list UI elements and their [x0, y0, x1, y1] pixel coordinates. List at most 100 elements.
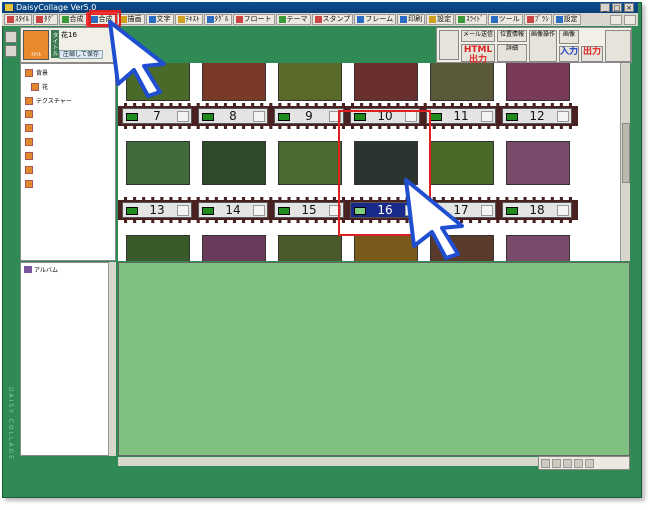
frame-cell[interactable]: 8 [198, 108, 268, 124]
frame-cell[interactable]: 14 [198, 202, 268, 218]
tagl-icon [206, 16, 214, 23]
image-button[interactable]: 画像 [559, 30, 579, 44]
frame-tag-icon [430, 113, 442, 121]
close-button[interactable]: × [624, 3, 634, 12]
toolbar-print-button[interactable]: 印刷 [397, 14, 426, 25]
slide-icon [458, 16, 466, 23]
position-info-button[interactable]: 位置情報 [497, 30, 527, 42]
photo-thumb[interactable] [506, 235, 570, 261]
frame-cell[interactable]: 11 [426, 108, 496, 124]
folder-icon [25, 124, 33, 132]
canvas-hscroll[interactable] [118, 457, 538, 466]
toolbar-compose-button[interactable]: 合成 [58, 14, 87, 25]
trash-icon[interactable] [563, 458, 572, 468]
toolbar-style-button[interactable]: ｽﾀｲﾙ [4, 14, 32, 25]
tree-node-4[interactable] [25, 110, 33, 118]
title-tab[interactable]: タイトル [51, 30, 59, 58]
grid-scrollbar[interactable] [620, 63, 630, 261]
brush-icon [526, 16, 534, 23]
folder-icon [25, 96, 33, 105]
frame-tag-icon [506, 207, 518, 215]
frame-cell[interactable]: 18 [502, 202, 572, 218]
frame-cell[interactable]: 12 [502, 108, 572, 124]
tree-node-9[interactable] [25, 180, 33, 188]
toolbar-config-button[interactable]: 設定 [552, 14, 581, 25]
photo-thumb[interactable] [278, 235, 342, 261]
strip-button-2[interactable] [5, 45, 17, 57]
frame-tag-icon [126, 207, 138, 215]
canvas-area[interactable] [118, 262, 630, 456]
frame-cell[interactable]: 13 [122, 202, 192, 218]
right-toolbox: メール送信 HTML出力 位置情報 詳細 画像操作 画像 入力 出力 [436, 27, 632, 65]
toolbar-tagl-button[interactable]: ﾀｸﾞﾙ [203, 14, 232, 25]
exit-icon[interactable] [624, 14, 636, 25]
photo-thumb[interactable] [126, 235, 190, 261]
photo-thumb[interactable] [506, 141, 570, 185]
frame-cell[interactable]: 7 [122, 108, 192, 124]
tree-node-background[interactable]: 背景 [25, 68, 48, 77]
toolbar-settings-button[interactable]: 設定 [426, 14, 455, 25]
mail-send-button[interactable]: メール送信 [461, 30, 495, 42]
photo-thumb[interactable] [278, 141, 342, 185]
zoom-icon[interactable] [541, 458, 550, 468]
toolbar-float-button[interactable]: フロート [232, 14, 275, 25]
stamp-icon [314, 16, 322, 23]
detail-button[interactable]: 詳細 [497, 44, 527, 62]
save-output-button[interactable] [605, 30, 631, 62]
fill-icon[interactable] [552, 458, 561, 468]
tool-icon [490, 16, 498, 23]
tree-node-6[interactable] [25, 138, 33, 146]
bottom-toolbox [538, 456, 630, 470]
photo-thumb[interactable] [202, 235, 266, 261]
folder-icon [25, 110, 33, 118]
toolbar-tag-button[interactable]: ﾀｸﾞ [33, 14, 58, 25]
app-icon [5, 4, 13, 11]
help-icon[interactable] [610, 14, 622, 25]
tree-node-8[interactable] [25, 166, 33, 174]
frame-cell[interactable]: 15 [274, 202, 344, 218]
grid-icon [253, 111, 265, 122]
toolbar-slide-button[interactable]: ｽﾗｲﾄﾞ [455, 14, 487, 25]
html-output-button[interactable]: HTML出力 [461, 44, 495, 65]
toolbar-stamp-button[interactable]: スタンプ [311, 14, 354, 25]
photo-thumb[interactable] [202, 141, 266, 185]
album-panel: アルバム [20, 262, 116, 456]
grid-icon [253, 205, 265, 216]
toolbar-theme-button[interactable]: テーマ [275, 14, 311, 25]
image-operation-button[interactable]: 画像操作 [529, 30, 557, 62]
save-icon[interactable] [574, 458, 583, 468]
tree-node-5[interactable] [25, 124, 33, 132]
toolbar-brush-button[interactable]: ﾌﾞﾗｼ [523, 14, 552, 25]
minimize-button[interactable]: _ [600, 3, 610, 12]
pen-icon[interactable] [585, 458, 594, 468]
photo-thumb[interactable] [506, 63, 570, 101]
style-icon [7, 16, 14, 23]
compress-save-button[interactable]: 圧縮して保存 [59, 50, 103, 59]
output-button[interactable]: 出力 [581, 46, 603, 62]
album-scrollbar[interactable] [108, 262, 116, 456]
tree-node-7[interactable] [25, 152, 33, 160]
grid-tool-button[interactable] [439, 30, 459, 60]
toolbar-tool-button[interactable]: ツール [487, 14, 523, 25]
frame-cell[interactable]: 9 [274, 108, 344, 124]
photo-thumb[interactable] [278, 63, 342, 101]
toolbar-frame-button[interactable]: フレーム [354, 14, 397, 25]
tree-node-flower[interactable]: 花 [31, 82, 48, 91]
float-icon [235, 16, 243, 23]
left-strip: DAISY COLLAGE [3, 27, 19, 493]
style-big-icon[interactable]: ｽﾀｲﾙ [23, 30, 49, 60]
photo-thumb[interactable] [126, 141, 190, 185]
tree-node-texture[interactable]: テクスチャー [25, 96, 72, 105]
photo-thumb[interactable] [202, 63, 266, 101]
config-icon [555, 16, 563, 23]
scroll-thumb[interactable] [622, 123, 630, 183]
pointer-arrow-icon [108, 20, 166, 98]
photo-thumb[interactable] [354, 63, 418, 101]
maximize-button[interactable]: □ [612, 3, 622, 12]
strip-button-1[interactable] [5, 31, 17, 43]
compose-icon [61, 16, 69, 23]
photo-thumb[interactable] [430, 63, 494, 101]
toolbar-text2-button[interactable]: ﾃｷｽﾄ [174, 14, 203, 25]
input-button[interactable]: 入力 [559, 46, 579, 62]
album-header[interactable]: アルバム [24, 265, 58, 274]
